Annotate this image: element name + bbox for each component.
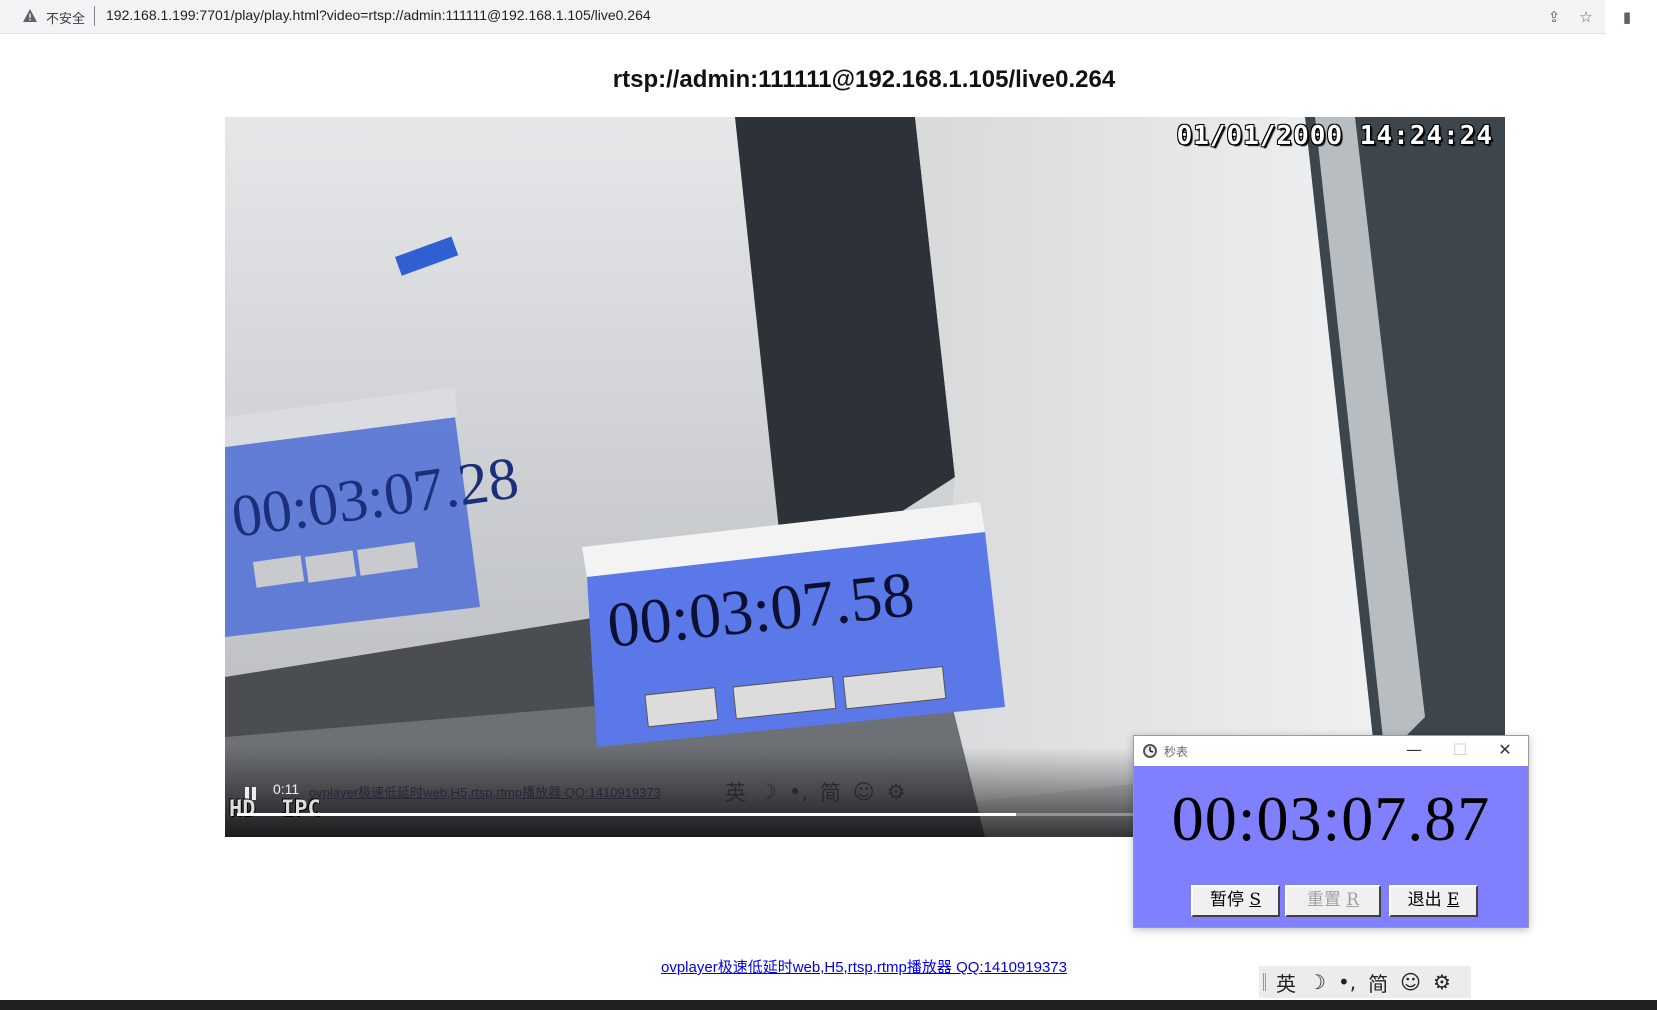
close-button[interactable]: ✕ [1492, 738, 1518, 762]
stopwatch-title: 秒表 [1164, 745, 1189, 759]
video-frame: 00:03:07.28 00:03:07.58 [225, 117, 1505, 837]
pause-button-label: 暂停 [1209, 890, 1244, 910]
pause-button-key: S [1249, 890, 1262, 910]
settings-icon[interactable]: ⚙ [1433, 970, 1451, 994]
emoji-icon[interactable]: ☺ [1400, 970, 1421, 994]
punct-toggle[interactable]: •, [1338, 970, 1356, 994]
address-bar: 不安全 192.168.1.199:7701/play/play.html?vi… [0, 0, 1657, 34]
video-ime-moon-icon: ☽ [758, 780, 777, 804]
sidepanel-icon[interactable]: ▮ [1617, 7, 1637, 27]
address-separator [94, 6, 95, 26]
url-field[interactable]: 192.168.1.199:7701/play/play.html?video=… [106, 7, 651, 23]
ime-toolbar: 英 ☽ •, 简 ☺ ⚙ [1259, 966, 1471, 998]
moon-icon[interactable]: ☽ [1308, 970, 1326, 994]
warning-icon[interactable] [22, 8, 38, 24]
maximize-button: ☐ [1452, 740, 1468, 759]
osd-datetime: 01/01/2000 14:24:24 [1176, 121, 1493, 151]
ime-grip[interactable] [1263, 973, 1266, 991]
progress-fill [237, 813, 1016, 816]
video-captured-ime-bar: 英 ☽ •, 简 ☺ ⚙ [725, 777, 906, 807]
pause-button[interactable]: 暂停 S [1191, 885, 1280, 917]
clock-icon [1143, 744, 1157, 758]
toolbar-right-area: ▮ [1605, 0, 1657, 34]
page-title: rtsp://admin:111111@192.168.1.105/live0.… [612, 66, 1116, 93]
video-ime-lang: 英 [725, 781, 746, 805]
video-ime-emoji-icon: ☺ [852, 780, 875, 804]
osd-ipc: IPC [281, 797, 321, 822]
elapsed-time: 0:11 [273, 781, 300, 797]
simplified-toggle[interactable]: 简 [1368, 968, 1388, 997]
stopwatch-window: 秒表 — ☐ ✕ 00:03:07.87 暂停 S 重置 R 退出 E [1133, 735, 1529, 928]
osd-hd: HD [229, 797, 256, 822]
stopwatch-display: 00:03:07.87 [1171, 783, 1491, 854]
video-ime-simplified: 简 [819, 781, 841, 805]
video-ime-punct: •, [788, 780, 808, 804]
reset-button-key: R [1346, 890, 1360, 910]
exit-button[interactable]: 退出 E [1389, 885, 1478, 917]
video-ime-settings-icon: ⚙ [886, 780, 906, 804]
video-player[interactable]: 00:03:07.28 00:03:07.58 01/01/2000 14:24… [225, 117, 1505, 837]
reset-button: 重置 R [1285, 885, 1381, 917]
share-icon[interactable]: ⇪ [1544, 7, 1564, 27]
bookmark-star-icon[interactable]: ☆ [1576, 7, 1596, 27]
reset-button-label: 重置 [1306, 890, 1341, 910]
minimize-button[interactable]: — [1401, 738, 1427, 762]
taskbar [0, 1000, 1657, 1010]
exit-button-key: E [1446, 890, 1460, 910]
video-watermark: ovplayer极速低延时web,H5,rtsp,rtmp播放器 QQ:1410… [309, 785, 661, 800]
security-label[interactable]: 不安全 [46, 8, 85, 27]
stopwatch-titlebar[interactable]: 秒表 — ☐ ✕ [1134, 736, 1528, 766]
ime-lang-toggle[interactable]: 英 [1276, 968, 1296, 997]
exit-button-label: 退出 [1407, 890, 1442, 910]
